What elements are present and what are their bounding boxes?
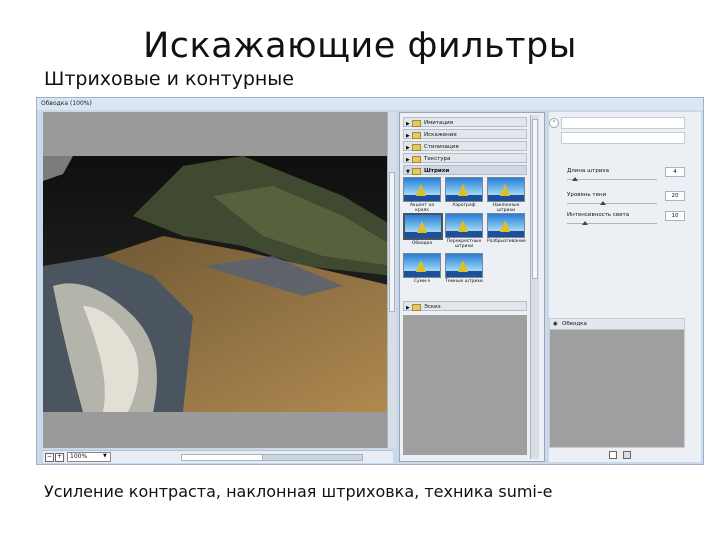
param-slider[interactable] xyxy=(567,221,657,225)
param-value-input[interactable]: 10 xyxy=(665,211,685,221)
filter-thumb[interactable]: Суми-э xyxy=(403,253,441,284)
filter-thumbnails: Акцент на краях Аэрограф Наклонные штрих… xyxy=(403,177,527,284)
filter-gallery-panel: ▶ Имитация ▶ Искажение ▶ Стилизация ▶ Тексту… xyxy=(399,112,545,462)
collapse-gallery-button[interactable]: ⌃ xyxy=(549,118,559,128)
category-label: Текстура xyxy=(424,156,451,162)
preview-horizontal-scrollbar[interactable] xyxy=(181,454,363,461)
filter-thumb-image xyxy=(403,253,441,278)
folder-icon xyxy=(412,119,421,127)
filter-thumb[interactable]: Разбрызгивание xyxy=(487,213,526,244)
zoom-value: 100% xyxy=(70,453,88,460)
param-value-input[interactable]: 20 xyxy=(665,191,685,201)
light-intensity-param: Интенсивность света 10 xyxy=(567,211,685,232)
folder-icon xyxy=(412,155,421,163)
filter-thumb[interactable]: Наклонные штрихи xyxy=(487,177,525,213)
filter-thumb-label: Перекрестные штрихи xyxy=(446,239,482,249)
effect-layer-row[interactable]: ◉ Обводка xyxy=(550,319,684,330)
category-row[interactable]: ▶ Искажение xyxy=(403,129,527,139)
filter-thumb[interactable]: Темные штрихи xyxy=(445,253,483,284)
folder-icon xyxy=(412,167,421,175)
zoom-in-button[interactable]: + xyxy=(55,453,64,462)
filter-thumb-image xyxy=(487,213,525,238)
filter-thumb[interactable]: Аэрограф xyxy=(445,177,483,208)
scrollbar-thumb[interactable] xyxy=(182,455,263,460)
slide-subtitle: Штриховые и контурные xyxy=(44,68,294,90)
filter-gallery-window: Обводка (100%) − + 100% ▼ ▶ Имитация ▶ И… xyxy=(36,97,704,465)
layer-actions xyxy=(609,450,669,460)
filter-thumb-label: Аэрограф xyxy=(452,203,476,208)
slider-knob[interactable] xyxy=(600,201,606,205)
gallery-empty-area xyxy=(403,315,527,455)
folder-icon xyxy=(412,303,421,311)
layer-label: Обводка xyxy=(562,321,587,327)
filter-thumb-selected[interactable]: Обводка xyxy=(403,213,443,246)
param-slider[interactable] xyxy=(567,177,657,181)
chevron-down-icon[interactable]: ▼ xyxy=(103,453,109,459)
triangle-right-icon: ▶ xyxy=(406,156,410,163)
preview-vertical-scrollbar[interactable] xyxy=(387,112,396,448)
category-row[interactable]: ▶ Эскиз xyxy=(403,301,527,311)
category-label: Искажение xyxy=(424,132,457,138)
category-label: Стилизация xyxy=(424,144,459,150)
filter-settings-panel: ⌃ Длина штриха 4 Уровень тени 20 Интенси… xyxy=(549,112,701,462)
slide-caption: Усиление контраста, наклонная штриховка,… xyxy=(44,482,553,501)
param-label: Интенсивность света xyxy=(567,212,630,218)
ok-button[interactable] xyxy=(561,117,685,129)
category-row-open[interactable]: ▼ Штрихи xyxy=(403,165,527,175)
filter-thumb-image xyxy=(403,177,441,202)
filter-thumb-label: Суми-э xyxy=(413,279,431,284)
param-slider[interactable] xyxy=(567,201,657,205)
preview-image xyxy=(43,156,393,412)
stroke-length-param: Длина штриха 4 xyxy=(567,167,685,188)
filter-thumb-label: Темные штрихи xyxy=(445,279,483,284)
triangle-down-icon: ▼ xyxy=(406,168,410,175)
category-row[interactable]: ▶ Имитация xyxy=(403,117,527,127)
filter-thumb-label: Обводка xyxy=(411,241,433,246)
cancel-button[interactable] xyxy=(561,132,685,144)
filter-thumb-label: Наклонные штрихи xyxy=(492,203,520,213)
preview-area xyxy=(43,112,393,448)
category-row[interactable]: ▶ Текстура xyxy=(403,153,527,163)
filter-thumb[interactable]: Акцент на краях xyxy=(403,177,441,213)
triangle-right-icon: ▶ xyxy=(406,132,410,139)
category-label: Имитация xyxy=(424,120,454,126)
trash-icon[interactable] xyxy=(623,451,631,459)
triangle-right-icon: ▶ xyxy=(406,304,410,311)
effect-layers-panel: ◉ Обводка xyxy=(549,318,685,448)
status-bar: − + 100% ▼ xyxy=(43,450,393,463)
folder-icon xyxy=(412,131,421,139)
folder-icon xyxy=(412,143,421,151)
triangle-right-icon: ▶ xyxy=(406,120,410,127)
filter-thumb-image xyxy=(445,213,483,238)
scrollbar-thumb[interactable] xyxy=(389,172,395,312)
gallery-scrollbar[interactable] xyxy=(530,115,539,459)
new-layer-icon[interactable] xyxy=(609,451,617,459)
slider-knob[interactable] xyxy=(572,177,578,181)
slider-knob[interactable] xyxy=(582,221,588,225)
filter-thumb-image xyxy=(445,253,483,278)
landscape-photo xyxy=(43,156,393,412)
filter-thumb-image xyxy=(403,213,443,240)
triangle-right-icon: ▶ xyxy=(406,144,410,151)
param-label: Длина штриха xyxy=(567,168,610,174)
filter-thumb-image xyxy=(445,177,483,202)
category-label: Эскиз xyxy=(424,304,441,310)
zoom-out-button[interactable]: − xyxy=(45,453,54,462)
filter-thumb[interactable]: Перекрестные штрихи xyxy=(445,213,483,249)
scrollbar-thumb[interactable] xyxy=(532,119,538,279)
eye-icon[interactable]: ◉ xyxy=(553,319,559,329)
window-title: Обводка (100%) xyxy=(37,98,703,110)
param-label: Уровень тени xyxy=(567,192,607,198)
filter-thumb-image xyxy=(487,177,525,202)
category-label: Штрихи xyxy=(424,168,450,174)
param-value-input[interactable]: 4 xyxy=(665,167,685,177)
shadow-level-param: Уровень тени 20 xyxy=(567,191,685,212)
slide-title: Искажающие фильтры xyxy=(143,26,577,66)
filter-thumb-label: Акцент на краях xyxy=(409,203,435,213)
filter-thumb-label: Разбрызгивание xyxy=(487,239,526,244)
category-row[interactable]: ▶ Стилизация xyxy=(403,141,527,151)
